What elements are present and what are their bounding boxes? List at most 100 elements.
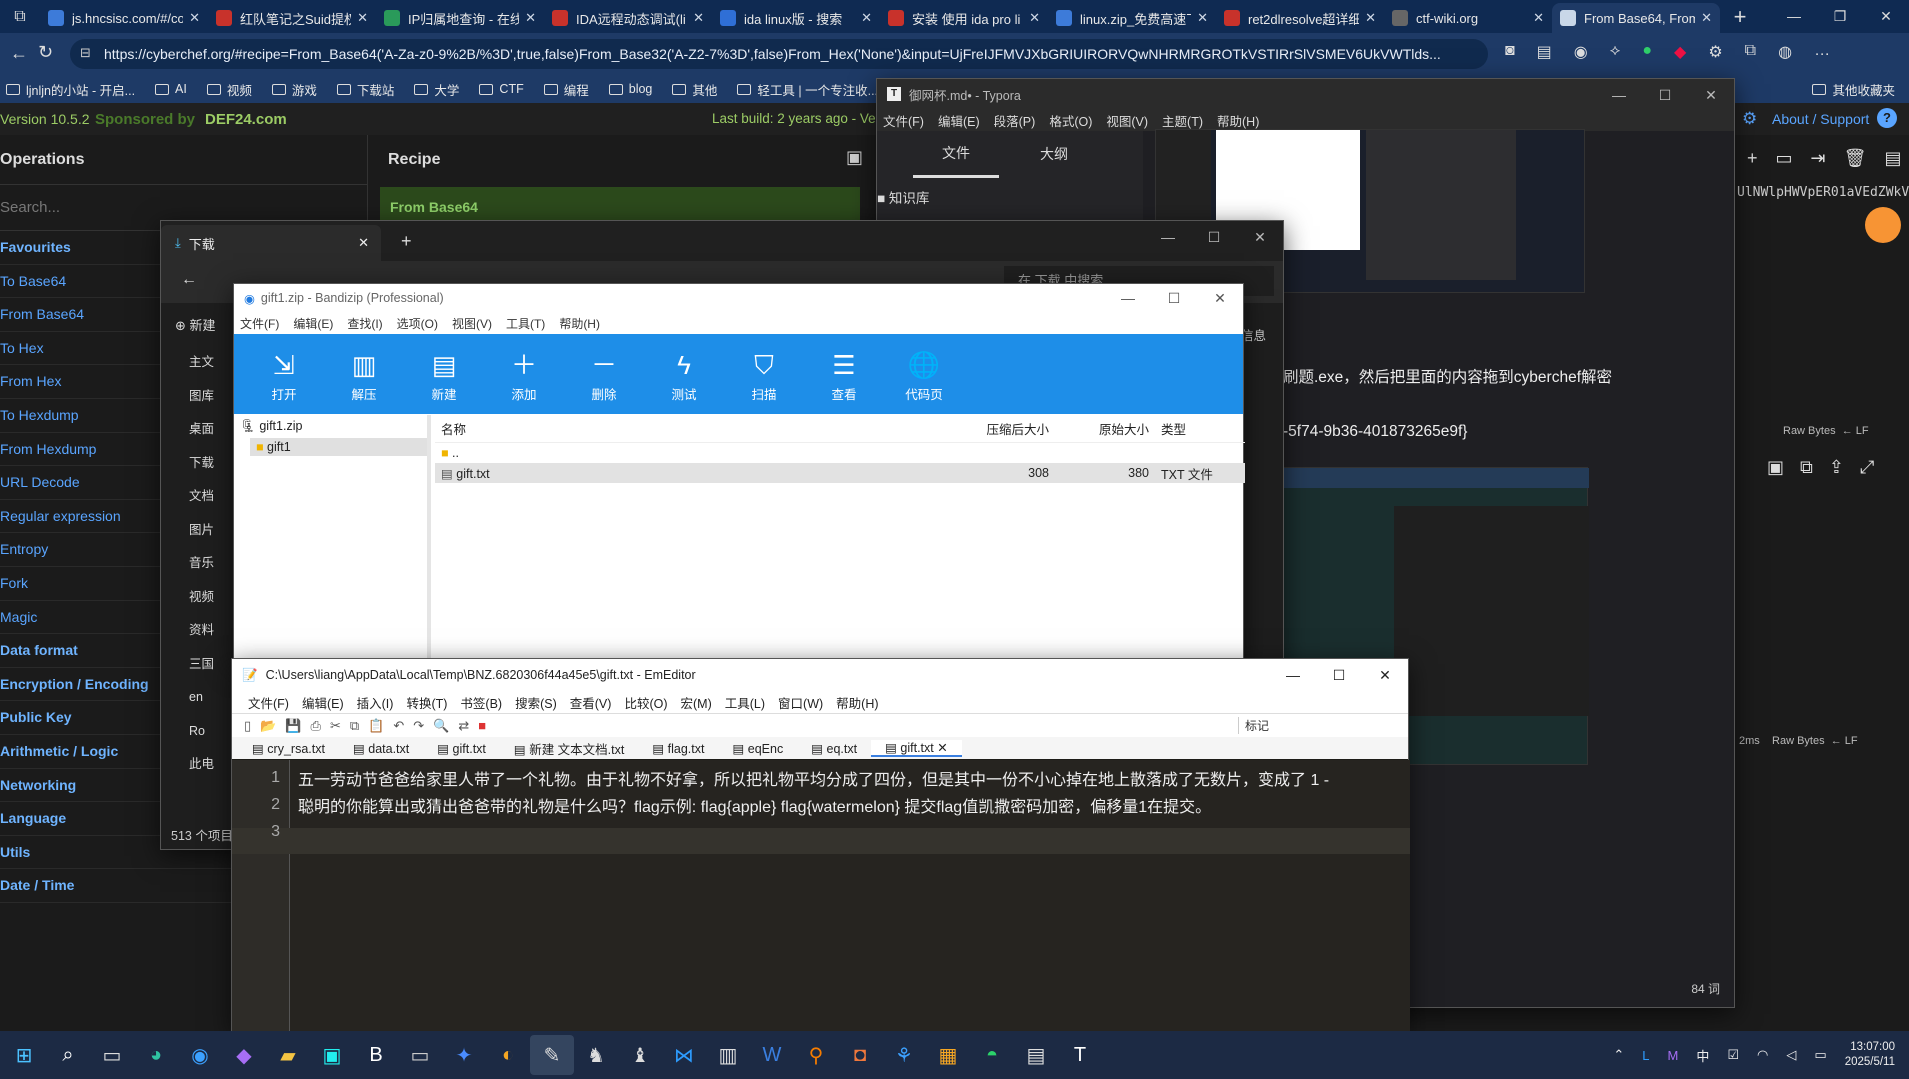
explorer-info-label[interactable]: 信息 (1241, 325, 1266, 344)
explorer-nav-item[interactable]: en (161, 681, 231, 715)
bookmark-item[interactable]: 游戏 (271, 80, 317, 99)
typora-maximize-button[interactable]: ☐ (1642, 79, 1688, 111)
bandizip-toolbar-button[interactable]: ▥ 解压 (324, 346, 404, 403)
typora-minimize-button[interactable]: — (1596, 79, 1642, 111)
extension-icon[interactable]: ◙ (1505, 42, 1515, 62)
browser-tab[interactable]: From Base64, From ✕ (1552, 3, 1720, 33)
bandizip-menu-item[interactable]: 选项(O) (397, 315, 438, 332)
crystal-icon[interactable]: ◆ (222, 1035, 266, 1075)
back-icon[interactable]: ← (10, 43, 28, 64)
emeditor-text-area[interactable]: 1 五一劳动节爸爸给家里人带了一个礼物。由于礼物不好拿，所以把礼物平均分成了四份，… (232, 760, 1410, 1032)
file-row[interactable]: ■ .. (435, 443, 1245, 463)
emeditor-menu-item[interactable]: 工具(L) (725, 693, 765, 712)
typora-tab-outline[interactable]: 大纲 (1011, 144, 1097, 164)
redo-icon[interactable]: ↷ (413, 718, 424, 734)
minimize-button[interactable]: — (1771, 0, 1817, 33)
tab-close-icon[interactable]: ✕ (937, 741, 947, 755)
typora-menu-item[interactable]: 帮助(H) (1217, 111, 1259, 130)
browser-tab[interactable]: ret2dlresolve超详细 ✕ (1216, 3, 1384, 33)
typora-text-1[interactable]: 刷题.exe，然后把里面的内容拖到cyberchef解密 (1283, 365, 1612, 387)
task-view-icon[interactable]: ▭ (90, 1035, 134, 1075)
emeditor-menu-item[interactable]: 搜索(S) (515, 693, 557, 712)
emeditor-tab[interactable]: ▤ eq.txt (797, 741, 871, 756)
tab-close-icon[interactable]: ✕ (1365, 10, 1376, 26)
browser-tab[interactable]: 红队笔记之Suid提权 ✕ (208, 3, 376, 33)
find-icon[interactable]: 🔍 (433, 718, 449, 734)
tab-close-icon[interactable]: ✕ (357, 10, 368, 26)
vm-icon[interactable]: ▥ (706, 1035, 750, 1075)
ida-icon[interactable]: ♞ (574, 1035, 618, 1075)
more-icon[interactable]: … (1814, 42, 1830, 62)
battery-icon[interactable]: ▭ (1814, 1047, 1826, 1063)
eol-label-2[interactable]: LF (1845, 735, 1858, 747)
new-icon[interactable]: ▯ (244, 718, 251, 734)
emeditor-menu-item[interactable]: 窗口(W) (778, 693, 823, 712)
editor-line[interactable]: 2 聪明的你能算出或猜出爸爸带的礼物是什么吗？flag示例: flag{apple… (232, 791, 1329, 818)
bandizip-menu-item[interactable]: 视图(V) (452, 315, 492, 332)
emeditor-menu-item[interactable]: 帮助(H) (836, 693, 878, 712)
print-icon[interactable]: ⎙ (311, 718, 321, 734)
editor-line[interactable]: 1 五一劳动节爸爸给家里人带了一个礼物。由于礼物不好拿，所以把礼物平均分成了四份，… (232, 764, 1329, 791)
devtools-icon[interactable]: ◘ (838, 1035, 882, 1075)
explorer-nav-item[interactable]: 主文 (161, 346, 231, 380)
emeditor-menu-item[interactable]: 宏(M) (681, 693, 712, 712)
explorer-nav-item[interactable]: 视频 (161, 581, 231, 615)
collections-icon[interactable]: ▤ (1537, 42, 1552, 62)
sponsor-link[interactable]: DEF24.com (205, 111, 287, 128)
bandizip-close-button[interactable]: ✕ (1197, 284, 1243, 312)
bandizip-toolbar-button[interactable]: ☰ 查看 (804, 346, 884, 403)
help-icon[interactable]: ? (1877, 108, 1897, 128)
bandizip-toolbar-button[interactable]: ϟ 测试 (644, 346, 724, 403)
tray-overflow-icon[interactable]: ⌃ (1613, 1047, 1624, 1063)
typora-word-count[interactable]: 84 词 (1691, 980, 1720, 997)
bandizip-toolbar-button[interactable]: ▤ 新建 (404, 346, 484, 403)
emeditor-tab[interactable]: ▤ data.txt (339, 741, 423, 756)
bandizip-menu-item[interactable]: 文件(F) (240, 315, 279, 332)
tab-actions-icon[interactable]: ⧉ (0, 8, 40, 26)
column-header[interactable]: 名称 (435, 419, 955, 438)
emeditor-menu-item[interactable]: 书签(B) (460, 693, 502, 712)
explorer-new-button[interactable]: ⊕ 新建 (161, 305, 231, 334)
explorer-maximize-button[interactable]: ☐ (1191, 221, 1237, 253)
stop-icon[interactable]: ■ (478, 718, 486, 733)
volume-icon[interactable]: ◁ (1786, 1047, 1796, 1063)
editor-line[interactable]: 3 (232, 818, 1329, 845)
edge-icon[interactable]: ◕ (134, 1035, 178, 1075)
magic-wand-icon[interactable] (1865, 207, 1901, 243)
tree-root[interactable]: 🗜 gift1.zip (234, 415, 427, 438)
browser-tab[interactable]: ida linux版 - 搜索 ✕ (712, 3, 880, 33)
new-tab-button[interactable]: + (1720, 4, 1760, 30)
bookmark-item[interactable]: AI (155, 82, 187, 96)
vscode-icon[interactable]: ⋈ (662, 1035, 706, 1075)
settings-icon[interactable]: ⚙ (1742, 109, 1757, 129)
emeditor-menu-item[interactable]: 比较(O) (624, 693, 667, 712)
open-folder-icon[interactable]: ▭ (1776, 148, 1793, 169)
bookmark-item[interactable]: 其他收藏夹 (1812, 80, 1895, 99)
explorer-close-button[interactable]: ✕ (1237, 221, 1283, 253)
tab-close-icon[interactable]: ✕ (861, 10, 872, 26)
emeditor-minimize-button[interactable]: — (1270, 659, 1316, 691)
tray-app-icon[interactable]: L (1642, 1048, 1649, 1063)
bookmark-item[interactable]: CTF (479, 82, 524, 96)
typora-menu-item[interactable]: 段落(P) (994, 111, 1036, 130)
paste-icon[interactable]: 📋 (368, 718, 384, 734)
explorer-nav-item[interactable]: 资料 (161, 614, 231, 648)
maximize-button[interactable]: ❐ (1817, 0, 1863, 33)
explorer-new-tab-button[interactable]: + (401, 231, 412, 252)
raw-bytes-label[interactable]: Raw Bytes (1783, 425, 1836, 437)
emeditor-menu-item[interactable]: 查看(V) (570, 693, 612, 712)
typora-tab-files[interactable]: 文件 (913, 131, 999, 178)
explorer-tab[interactable]: ⤓ 下载 ✕ (161, 225, 381, 261)
typora-text-2[interactable]: -5f74-9b36-401873265e9f} (1283, 423, 1467, 441)
typora-menu-item[interactable]: 主题(T) (1162, 111, 1203, 130)
save-recipe-icon[interactable]: ▣ (846, 147, 863, 168)
tab-close-icon[interactable]: ✕ (1029, 10, 1040, 26)
typora-close-button[interactable]: ✕ (1688, 79, 1734, 111)
app-icon[interactable]: ▦ (926, 1035, 970, 1075)
typora-menu-item[interactable]: 编辑(E) (938, 111, 980, 130)
reload-icon[interactable]: ↻ (38, 42, 53, 63)
browser-tab[interactable]: IDA远程动态调试(li ✕ (544, 3, 712, 33)
typora-menu-item[interactable]: 格式(O) (1049, 111, 1092, 130)
ime-indicator[interactable]: 中 (1696, 1046, 1709, 1065)
raw-bytes-label-2[interactable]: Raw Bytes (1772, 735, 1825, 747)
